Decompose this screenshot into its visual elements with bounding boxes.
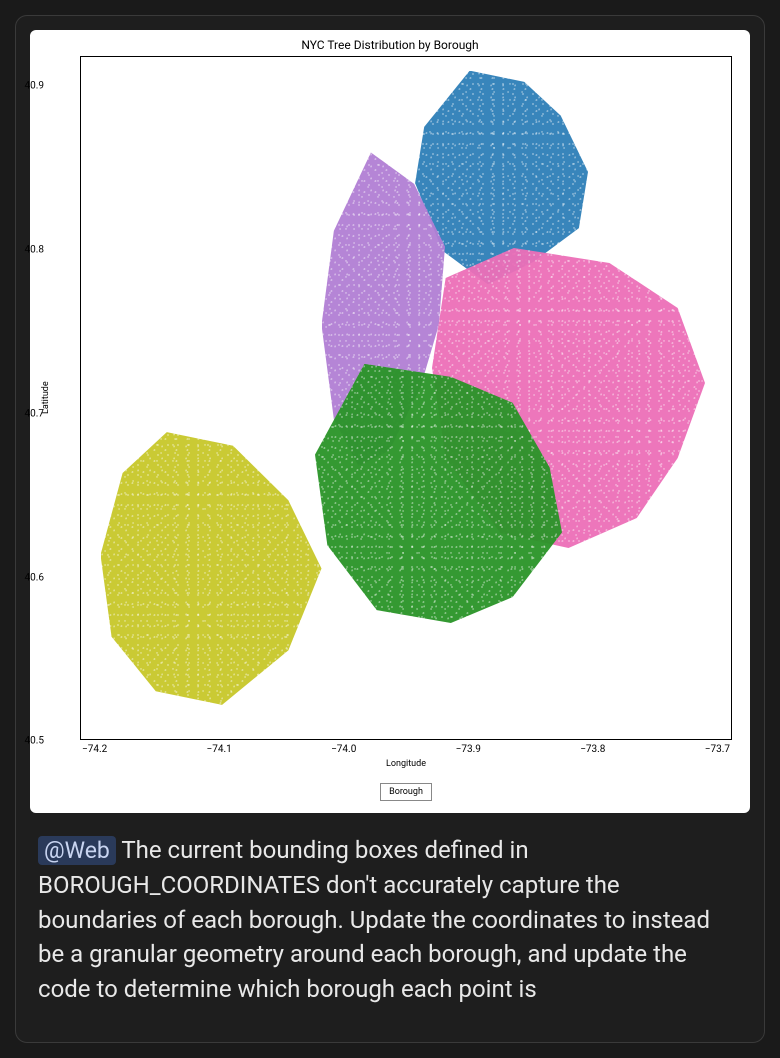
- x-tick: −74.1: [207, 744, 232, 755]
- message-body: The current bounding boxes defined in BO…: [38, 836, 710, 1003]
- x-tick: −74.0: [331, 744, 356, 755]
- x-axis-ticks: −74.2 −74.1 −74.0 −73.9 −73.8 −73.7: [80, 744, 732, 755]
- chart-title: NYC Tree Distribution by Borough: [38, 38, 742, 52]
- y-tick: 40.8: [25, 244, 45, 255]
- message-text: @Web The current bounding boxes defined …: [16, 827, 764, 1017]
- borough-staten-island: [101, 432, 322, 705]
- legend-title: Borough: [380, 783, 432, 801]
- y-tick: 40.6: [25, 572, 45, 583]
- x-tick: −73.9: [456, 744, 481, 755]
- y-tick: 40.5: [25, 736, 45, 747]
- message-card: NYC Tree Distribution by Borough Latitud…: [15, 15, 765, 1043]
- scatter-plot: [80, 56, 732, 740]
- x-tick: −73.7: [705, 744, 730, 755]
- mention-chip[interactable]: @Web: [38, 836, 116, 865]
- x-axis-label: Longitude: [80, 759, 732, 769]
- y-tick: 40.9: [25, 80, 45, 91]
- y-tick: 40.7: [25, 408, 45, 419]
- x-tick: −74.2: [82, 744, 107, 755]
- plot-area: Latitude 40.5 40.6 40.7 40.8 40.9 −74.2 …: [80, 56, 732, 801]
- chart-image: NYC Tree Distribution by Borough Latitud…: [30, 30, 750, 813]
- x-tick: −73.8: [580, 744, 605, 755]
- legend-container: Borough: [80, 783, 732, 801]
